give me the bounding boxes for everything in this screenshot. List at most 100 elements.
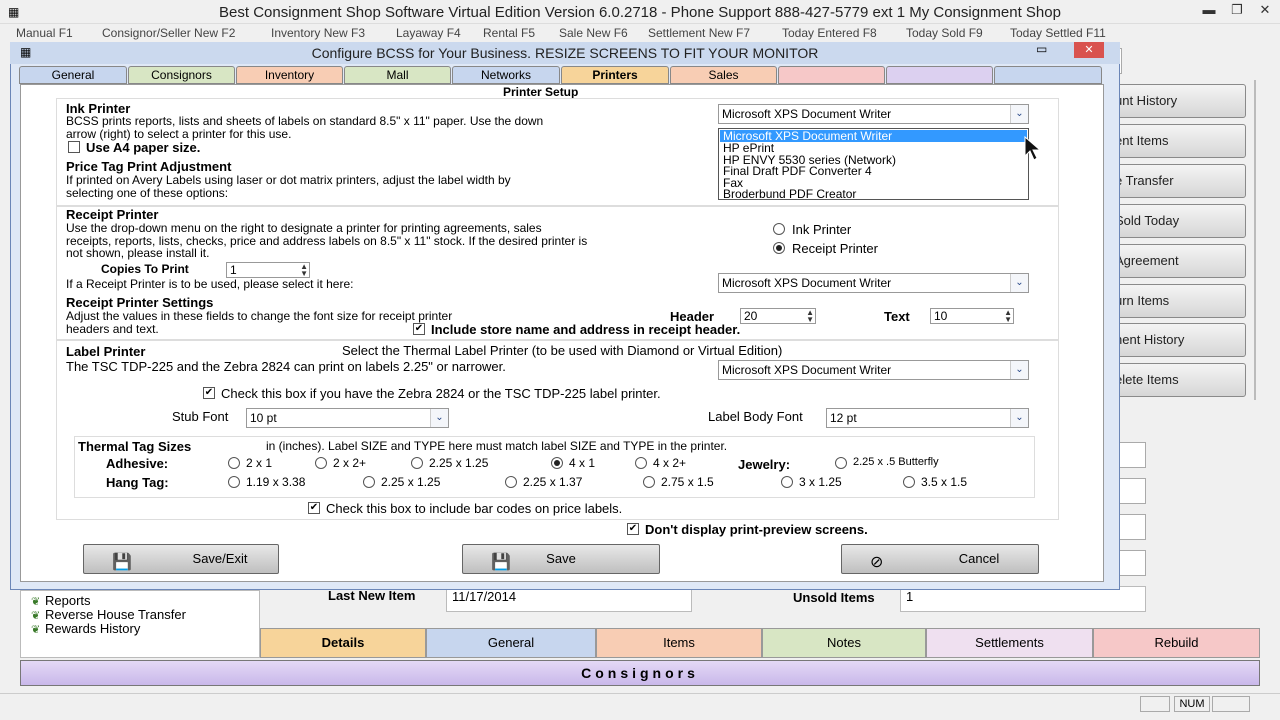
zebra-label: Check this box if you have the Zebra 282…	[221, 386, 661, 401]
consignors-footer: Consignors	[20, 660, 1260, 686]
adhesive-radio[interactable]	[315, 457, 327, 469]
no-preview-label: Don't display print-preview screens.	[645, 522, 868, 537]
adhesive-option-label: 2.25 x 1.25	[429, 456, 489, 470]
receipt-select-label: If a Receipt Printer is to be used, plea…	[66, 277, 354, 291]
menu-sale-new[interactable]: Sale New F6	[559, 26, 628, 40]
copies-label: Copies To Print	[101, 262, 189, 276]
label-printer-select[interactable]: Microsoft XPS Document Writer ⌄	[718, 360, 1029, 380]
tab-details[interactable]: Details	[260, 628, 426, 658]
price-tag-desc: selecting one of these options:	[66, 186, 229, 200]
adhesive-option-label: 4 x 2+	[653, 456, 687, 470]
tab-inventory[interactable]: Inventory	[236, 66, 343, 84]
tab-blank-1[interactable]	[778, 66, 885, 84]
adhesive-radio[interactable]	[228, 457, 240, 469]
dialog-close-button[interactable]: ✕	[1074, 42, 1104, 58]
tab-general[interactable]: General	[426, 628, 596, 658]
price-tag-desc: If printed on Avery Labels using laser o…	[66, 173, 511, 187]
barcodes-label: Check this box to include bar codes on p…	[326, 501, 623, 516]
unsold-items-label: Unsold Items	[793, 590, 875, 605]
dialog-maximize-button[interactable]: ▭	[1036, 42, 1047, 56]
tab-notes[interactable]: Notes	[762, 628, 926, 658]
num-lock-indicator: NUM	[1174, 696, 1210, 712]
tab-sales[interactable]: Sales	[670, 66, 777, 84]
main-title-bar: ▦ Best Consignment Shop Software Virtual…	[0, 0, 1280, 24]
status-field	[1212, 696, 1250, 712]
menu-today-settled[interactable]: Today Settled F11	[1010, 26, 1106, 40]
menu-layaway[interactable]: Layaway F4	[396, 26, 461, 40]
receipt-printer-select[interactable]: Microsoft XPS Document Writer ⌄	[718, 273, 1029, 293]
menu-manual[interactable]: Manual F1	[16, 26, 73, 40]
ink-printer-radio[interactable]	[773, 223, 785, 235]
text-size-stepper[interactable]: 10 ▲ ▼	[930, 308, 1014, 324]
adhesive-radio[interactable]	[635, 457, 647, 469]
list-item[interactable]: ❦ Reports	[31, 593, 91, 608]
zebra-checkbox[interactable]: ✔	[203, 387, 215, 399]
no-preview-checkbox[interactable]: ✔	[627, 523, 639, 535]
receipt-settings-desc: headers and text.	[66, 322, 159, 336]
hang-tag-radio[interactable]	[643, 476, 655, 488]
menu-inventory-new[interactable]: Inventory New F3	[271, 26, 365, 40]
chevron-down-icon: ⌄	[1010, 361, 1028, 379]
cancel-button[interactable]: ⊘ Cancel	[841, 544, 1039, 574]
tab-rebuild[interactable]: Rebuild	[1093, 628, 1260, 658]
adhesive-radio[interactable]	[551, 457, 563, 469]
receipt-printer-desc: not shown, please install it.	[66, 246, 210, 260]
hang-tag-option-label: 1.19 x 3.38	[246, 475, 306, 489]
tab-printers[interactable]: Printers	[561, 66, 669, 84]
include-store-label: Include store name and address in receip…	[431, 322, 741, 337]
tab-blank-2[interactable]	[886, 66, 993, 84]
hang-tag-radio[interactable]	[903, 476, 915, 488]
minimize-button[interactable]: ▬	[1194, 2, 1224, 20]
menu-consignor-new[interactable]: Consignor/Seller New F2	[102, 26, 235, 40]
hang-tag-radio[interactable]	[505, 476, 517, 488]
adhesive-label: Adhesive:	[106, 456, 169, 471]
label-body-font-select[interactable]: 12 pt ⌄	[826, 408, 1029, 428]
hang-tag-radio[interactable]	[228, 476, 240, 488]
tab-networks[interactable]: Networks	[452, 66, 560, 84]
receipt-settings-title: Receipt Printer Settings	[66, 295, 214, 310]
adhesive-radio[interactable]	[411, 457, 423, 469]
hang-tag-radio[interactable]	[363, 476, 375, 488]
dropdown-option[interactable]: Final Draft PDF Converter 4	[720, 165, 1027, 177]
hang-tag-option-label: 2.25 x 1.37	[523, 475, 583, 489]
barcodes-checkbox[interactable]: ✔	[308, 502, 320, 514]
close-button[interactable]: ✕	[1250, 2, 1280, 20]
tab-mall[interactable]: Mall	[344, 66, 451, 84]
tab-blank-3[interactable]	[994, 66, 1102, 84]
a4-paper-checkbox[interactable]	[68, 141, 80, 153]
hang-tag-option-label: 3 x 1.25	[799, 475, 842, 489]
cancel-icon: ⊘	[870, 554, 884, 571]
copies-stepper[interactable]: 1 ▲ ▼	[226, 262, 310, 278]
ink-printer-dropdown-list: Microsoft XPS Document Writer HP ePrint …	[718, 128, 1029, 200]
menu-settlement-new[interactable]: Settlement New F7	[648, 26, 750, 40]
spinner-arrows-icon: ▲ ▼	[1004, 308, 1012, 324]
receipt-printer-radio[interactable]	[773, 242, 785, 254]
jewelry-radio[interactable]	[835, 457, 847, 469]
chevron-down-icon: ⌄	[430, 409, 448, 427]
receipt-printer-desc: Use the drop-down menu on the right to d…	[66, 221, 542, 235]
hang-tag-option-label: 2.25 x 1.25	[381, 475, 441, 489]
maximize-button[interactable]: ❐	[1222, 2, 1252, 20]
list-item[interactable]: ❦ Reverse House Transfer	[31, 607, 186, 622]
list-item[interactable]: ❦ Rewards History	[31, 621, 140, 636]
thermal-title: Thermal Tag Sizes	[78, 439, 192, 454]
tab-settlements[interactable]: Settlements	[926, 628, 1093, 658]
menu-today-sold[interactable]: Today Sold F9	[906, 26, 983, 40]
save-button[interactable]: 💾 Save	[462, 544, 660, 574]
jewelry-label: Jewelry:	[738, 457, 791, 472]
hang-tag-label: Hang Tag:	[106, 475, 169, 490]
tab-consignors[interactable]: Consignors	[128, 66, 235, 84]
stub-font-label: Stub Font	[172, 409, 229, 424]
stub-font-select[interactable]: 10 pt ⌄	[246, 408, 449, 428]
hang-tag-radio[interactable]	[781, 476, 793, 488]
menu-rental[interactable]: Rental F5	[483, 26, 535, 40]
header-size-stepper[interactable]: 20 ▲ ▼	[740, 308, 816, 324]
tab-items[interactable]: Items	[596, 628, 762, 658]
save-exit-button[interactable]: 💾 Save/Exit	[83, 544, 279, 574]
include-store-checkbox[interactable]: ✔	[413, 323, 425, 335]
tab-general[interactable]: General	[19, 66, 127, 84]
ink-printer-select[interactable]: Microsoft XPS Document Writer ⌄	[718, 104, 1029, 124]
adhesive-option-label: 2 x 1	[246, 456, 273, 470]
dropdown-option[interactable]: Broderbund PDF Creator	[720, 188, 1027, 200]
menu-today-entered[interactable]: Today Entered F8	[782, 26, 877, 40]
